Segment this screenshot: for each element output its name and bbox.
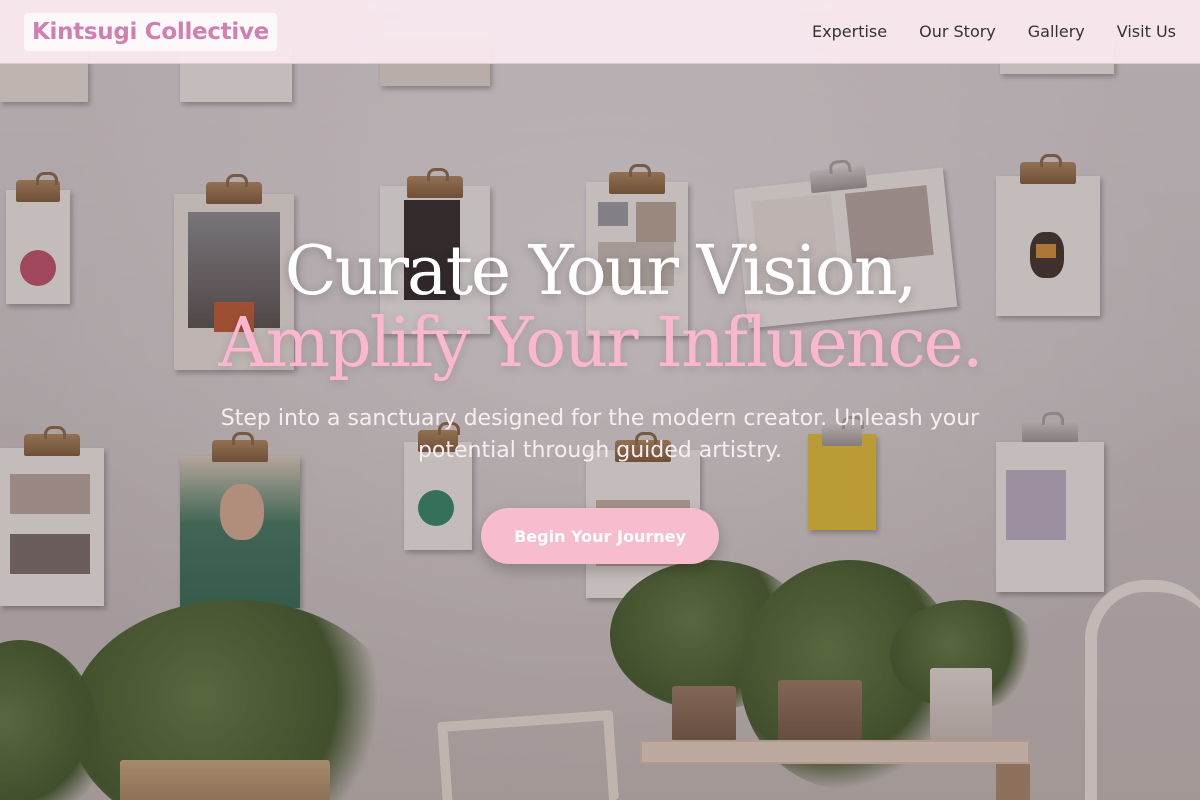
nav-link-visit-us[interactable]: Visit Us <box>1117 22 1176 41</box>
navbar: Kintsugi Collective Expertise Our Story … <box>0 0 1200 64</box>
brand-logo-link[interactable]: Kintsugi Collective <box>24 12 277 51</box>
begin-journey-button[interactable]: Begin Your Journey <box>481 508 719 564</box>
hero-headline-line-1: Curate Your Vision, <box>284 232 918 311</box>
hero-section: Curate Your Vision, Amplify Your Influen… <box>0 64 1200 800</box>
nav-links: Expertise Our Story Gallery Visit Us <box>812 22 1176 42</box>
nav-item-our-story: Our Story <box>919 22 996 42</box>
hero-headline: Curate Your Vision, Amplify Your Influen… <box>0 236 1200 380</box>
hero-subtitle: Step into a sanctuary designed for the m… <box>220 406 980 463</box>
hero-headline-line-2: Amplify Your Influence. <box>218 304 984 383</box>
nav-link-our-story[interactable]: Our Story <box>919 22 996 41</box>
nav-item-gallery: Gallery <box>1028 22 1085 42</box>
nav-link-gallery[interactable]: Gallery <box>1028 22 1085 41</box>
nav-link-expertise[interactable]: Expertise <box>812 22 887 41</box>
nav-item-expertise: Expertise <box>812 22 887 42</box>
nav-item-visit-us: Visit Us <box>1117 22 1176 42</box>
